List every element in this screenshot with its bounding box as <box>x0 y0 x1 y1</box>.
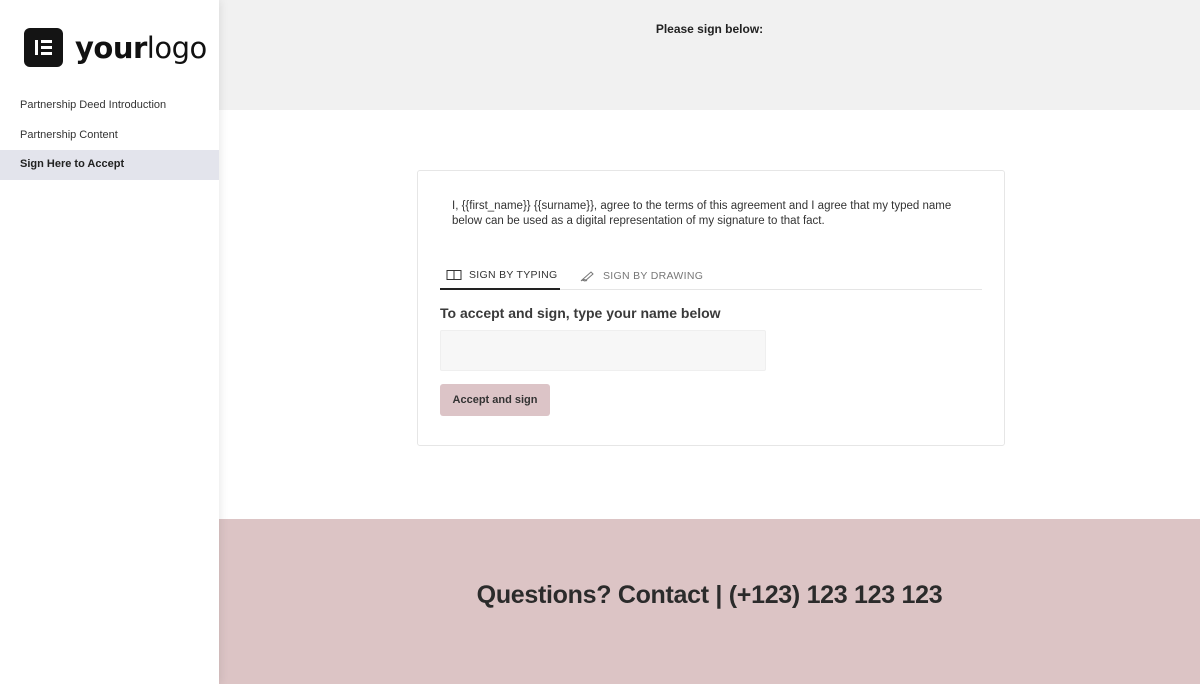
typed-name-input[interactable] <box>440 330 766 371</box>
logo-text: yourlogo <box>75 31 207 65</box>
sidebar-item-partnership-deed-introduction[interactable]: Partnership Deed Introduction <box>0 91 219 121</box>
agreement-text: I, {{first_name}} {{surname}}, agree to … <box>452 200 952 227</box>
logo-icon <box>24 28 63 67</box>
sidebar-item-partnership-content[interactable]: Partnership Content <box>0 121 219 151</box>
accept-and-sign-button[interactable]: Accept and sign <box>440 384 550 416</box>
sign-prompt: Please sign below: <box>655 22 764 36</box>
pen-icon <box>580 270 594 282</box>
signature-card: I, {{first_name}} {{surname}}, agree to … <box>417 170 1005 446</box>
brand-logo[interactable]: yourlogo <box>24 28 207 67</box>
signature-tabs: SIGN BY TYPING SIGN BY DRAWING <box>440 261 982 290</box>
main-content: Please sign below: I, {{first_name}} {{s… <box>219 0 1200 684</box>
contact-text: Questions? Contact | (+123) 123 123 123 <box>476 581 943 609</box>
header-band: Please sign below: <box>219 0 1200 110</box>
tab-sign-by-drawing-label: SIGN BY DRAWING <box>603 269 704 282</box>
tab-sign-by-typing-label: SIGN BY TYPING <box>469 268 558 281</box>
logo-text-bold: your <box>75 30 147 65</box>
logo-text-light: logo <box>146 30 207 65</box>
clipped-heading <box>429 0 1019 3</box>
keyboard-icon <box>446 269 462 280</box>
tab-sign-by-typing[interactable]: SIGN BY TYPING <box>440 261 560 290</box>
sign-instruction: To accept and sign, type your name below <box>440 305 721 321</box>
sidebar: yourlogo Partnership Deed Introduction P… <box>0 0 219 684</box>
sidebar-item-sign-here-to-accept[interactable]: Sign Here to Accept <box>0 150 219 180</box>
tab-sign-by-drawing[interactable]: SIGN BY DRAWING <box>580 261 703 290</box>
sidebar-nav: Partnership Deed Introduction Partnershi… <box>0 91 219 180</box>
contact-footer: Questions? Contact | (+123) 123 123 123 <box>219 519 1200 684</box>
